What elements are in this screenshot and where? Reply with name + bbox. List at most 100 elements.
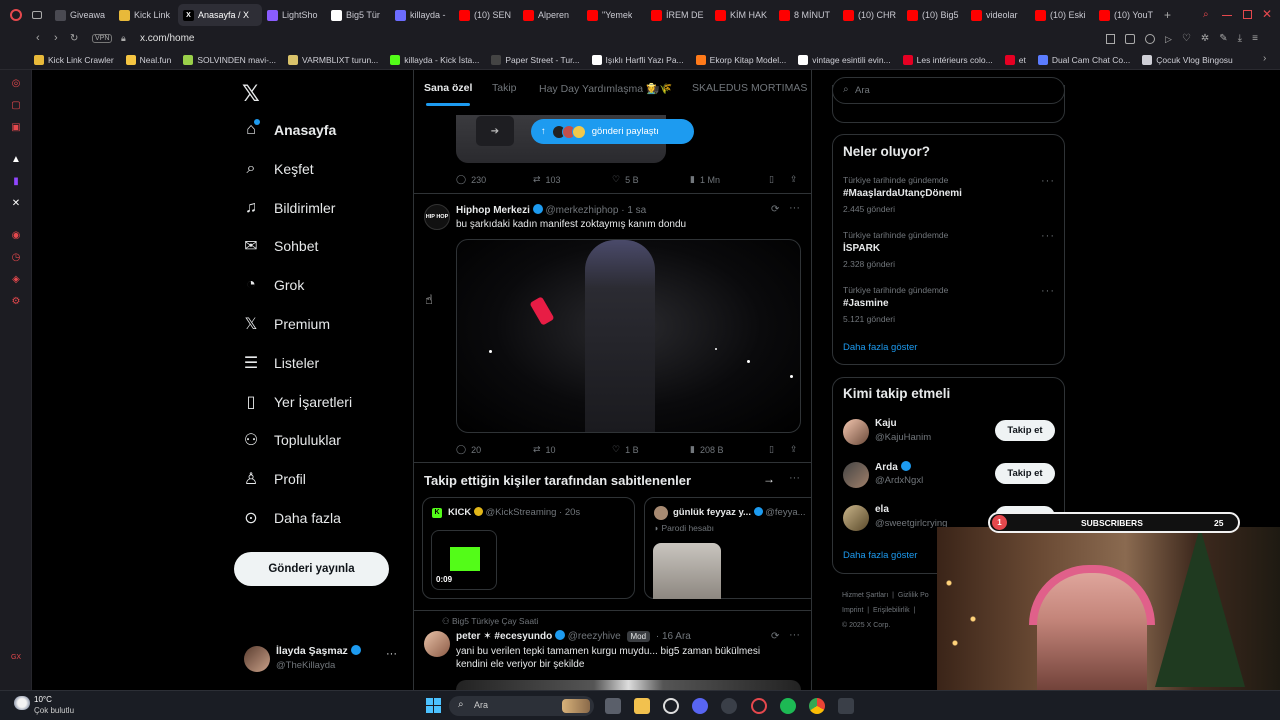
post-video[interactable] (456, 239, 801, 433)
browser-tab[interactable]: (10) Big5 (902, 4, 966, 26)
feyyaz-image-thumb[interactable] (653, 543, 721, 599)
nav-item-7[interactable]: ☰ Listeler (242, 348, 319, 378)
bookmark-item[interactable]: VARMBLIXT turun... (288, 54, 378, 65)
trend-item[interactable]: Türkiye tarihinde gündemde #Jasmine 5.12… (833, 279, 1064, 329)
nav-item-5[interactable]: ◔ Grok (242, 270, 304, 300)
post-author[interactable]: peter ✶ #ecesyundo (456, 631, 552, 642)
browser-tab[interactable]: (10) SEN (454, 4, 518, 26)
nav-item-8[interactable]: ▯ Yer İşaretleri (242, 387, 352, 417)
reply-action[interactable]: ◯ 230 (456, 174, 486, 185)
browser-tab[interactable]: KİM HAK (710, 4, 774, 26)
arc-icon[interactable]: ▲ (10, 154, 22, 166)
browser-tab[interactable]: "Yemek (582, 4, 646, 26)
back-icon[interactable]: ‹ (36, 32, 40, 44)
browser-tab[interactable]: İREM DE (646, 4, 710, 26)
workspaces-icon[interactable] (32, 11, 42, 19)
browser-tab[interactable]: X Anasayfa / X (178, 4, 262, 26)
trend-more-icon[interactable]: ··· (1041, 175, 1055, 187)
forward-icon[interactable]: › (54, 32, 58, 44)
browser-tab[interactable]: videolar (966, 4, 1030, 26)
post-handle[interactable]: @merkezhiphop (545, 205, 618, 216)
settings-icon[interactable]: ⚙ (10, 296, 22, 308)
bookmark-item[interactable]: killayda - Kick İsta... (390, 54, 479, 65)
bookmark-item[interactable]: Neal.fun (125, 54, 171, 65)
reload-icon[interactable]: ↻ (70, 33, 78, 44)
trends-show-more[interactable]: Daha fazla göster (843, 342, 917, 353)
browser-tab[interactable]: (10) YouT (1094, 4, 1158, 26)
nav-item-9[interactable]: ⚇ Topluluklar (242, 425, 341, 455)
account-more-icon[interactable]: ··· (386, 648, 397, 660)
download-icon[interactable]: ⤓ (1238, 34, 1242, 44)
footer-terms[interactable]: Hizmet Şartları (842, 592, 888, 599)
app-icon[interactable] (838, 698, 854, 714)
tab-hay-day[interactable]: Hay Day Yardımlaşma 👩‍🌾🌾 (539, 82, 672, 95)
weather-temp[interactable]: 10°C (34, 695, 52, 704)
play-icon[interactable]: ▷ (1165, 34, 1172, 44)
browser-tab[interactable]: LightSho (262, 4, 326, 26)
pinned-card-kick[interactable]: K KICK @KickStreaming · 20s 0:09 (422, 497, 635, 599)
bookmark-item[interactable]: Paper Street - Tur... (491, 54, 580, 65)
nav-item-1[interactable]: ⌂ Anasayfa (242, 115, 336, 145)
chrome-icon[interactable] (809, 698, 825, 714)
bookmark-icon[interactable]: ▯ (769, 174, 774, 185)
tab-following[interactable]: Takip (492, 82, 517, 94)
pinboard-icon[interactable]: ◈ (10, 274, 22, 286)
task-view-icon[interactable] (605, 698, 621, 714)
pinned-card-feyyaz[interactable]: günlük feyyaz y... @feyya... ◗ Parodi he… (644, 497, 811, 599)
spotify-icon[interactable] (780, 698, 796, 714)
grok-icon[interactable]: ⟳ (771, 204, 779, 215)
nav-item-4[interactable]: ✉ Sohbet (242, 231, 318, 261)
nav-item-11[interactable]: ⊙ Daha fazla (242, 503, 341, 533)
bookmarks-more-icon[interactable]: › (1263, 53, 1266, 64)
post-author[interactable]: Hiphop Merkezi (456, 205, 530, 216)
community-context[interactable]: Big5 Türkiye Çay Saati (452, 616, 538, 626)
search-tabs-icon[interactable]: ⌕ (1203, 9, 1209, 20)
twitch-icon[interactable]: ▮ (10, 176, 22, 188)
browser-tab[interactable]: Giveawa (50, 4, 114, 26)
tab-for-you[interactable]: Sana özel (424, 82, 472, 94)
post-more-icon[interactable]: ··· (789, 202, 800, 214)
x-sidebar-icon[interactable]: ✕ (10, 198, 22, 210)
heart-icon[interactable]: ♡ (1182, 34, 1191, 44)
bookmark-item[interactable]: et (1004, 54, 1026, 65)
repost-action[interactable]: ⇄ 103 (533, 174, 561, 185)
discord-icon[interactable] (692, 698, 708, 714)
extensions-icon[interactable]: ✲ (1201, 34, 1209, 44)
maximize-icon[interactable] (1243, 10, 1252, 19)
history-icon[interactable]: ◷ (10, 252, 22, 264)
post-time[interactable]: · 16 Ara (656, 631, 691, 642)
taskbar-search-input[interactable]: Ara (474, 700, 488, 710)
weather-desc[interactable]: Çok bulutlu (34, 706, 74, 715)
snapshot-icon[interactable] (1125, 34, 1135, 44)
shared-post-badge[interactable]: ↑ gönderi paylaştı (531, 119, 694, 144)
follow-suggestion[interactable]: Arda @ArdxNgxl Takip et (833, 457, 1064, 497)
share-icon[interactable]: ⇪ (790, 444, 798, 455)
settings-icon[interactable] (721, 698, 737, 714)
aria-icon[interactable]: ◎ (10, 78, 22, 90)
edit-icon[interactable]: ✎ (1219, 34, 1227, 44)
bookmark-item[interactable]: Kick Link Crawler (34, 54, 114, 65)
account-switcher[interactable]: İlayda Şaşmaz @TheKillayda ··· (238, 640, 408, 680)
footer-imprint[interactable]: Imprint (842, 607, 863, 614)
browser-tab[interactable]: (10) CHR (838, 4, 902, 26)
nav-item-6[interactable]: 𝕏 Premium (242, 309, 330, 339)
browser-tab[interactable]: Alperen (518, 4, 582, 26)
trend-item[interactable]: Türkiye tarihinde gündemde #MaaşlardaUta… (833, 169, 1064, 219)
like-action[interactable]: ♡ 1 B (612, 444, 639, 455)
views-action[interactable]: ▮ 208 B (690, 444, 723, 455)
minimize-icon[interactable] (1222, 15, 1232, 16)
shield-icon[interactable] (1145, 34, 1155, 44)
arrow-right-icon[interactable]: → (763, 472, 775, 486)
bookmark-page-icon[interactable] (1106, 34, 1115, 44)
post-more-icon[interactable]: ··· (789, 629, 800, 641)
views-action[interactable]: ▮ 1 Mn (690, 174, 720, 185)
opera-logo-icon[interactable] (10, 9, 22, 21)
nav-item-10[interactable]: ♙ Profil (242, 464, 306, 494)
start-button[interactable] (426, 698, 441, 713)
browser-tab[interactable]: (10) Eski (1030, 4, 1094, 26)
taskbar-search[interactable]: ⌕ Ara (449, 696, 594, 716)
follow-suggestion[interactable]: Kaju @KajuHanim Takip et (833, 414, 1064, 454)
bookmark-item[interactable]: vintage esintili evin... (798, 54, 891, 65)
sidebar-gx-icon[interactable]: GX (10, 652, 22, 664)
bookmark-item[interactable]: Les intérieurs colo... (902, 54, 993, 65)
